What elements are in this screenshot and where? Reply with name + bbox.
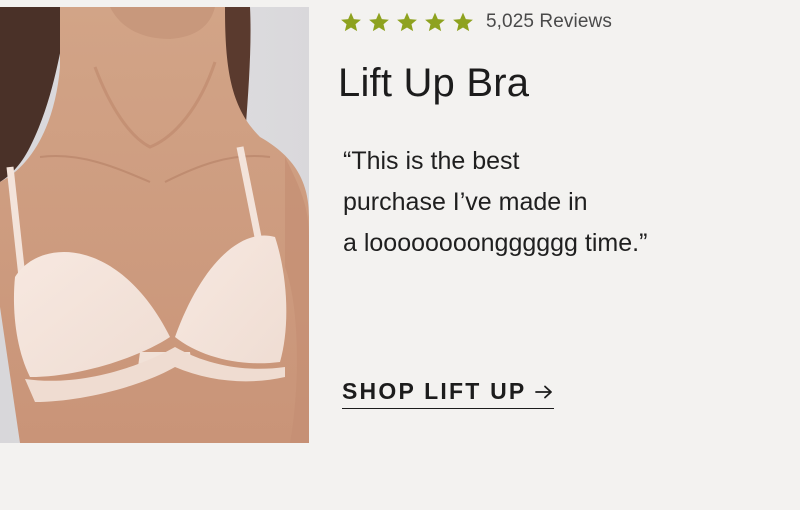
quote-line: “This is the best	[343, 147, 520, 175]
star-icon	[425, 12, 445, 32]
product-card: 5,025 Reviews Lift Up Bra “This is the b…	[0, 0, 800, 510]
product-rating[interactable]: 5,025 Reviews	[340, 8, 612, 36]
star-icon	[369, 12, 389, 32]
quote-line: a loooooooongggggg time.”	[343, 229, 648, 257]
cta-label: SHOP LIFT UP	[342, 378, 527, 404]
quote-line: purchase I’ve made in	[343, 188, 588, 216]
star-icon	[341, 12, 361, 32]
product-title: Lift Up Bra	[338, 61, 530, 105]
review-count[interactable]: 5,025 Reviews	[486, 11, 612, 33]
product-image[interactable]	[0, 7, 309, 443]
review-quote: “This is the best purchase I’ve made in …	[343, 141, 703, 264]
shop-lift-up-link[interactable]: SHOP LIFT UP	[342, 378, 555, 409]
star-icon	[453, 12, 473, 32]
star-icon	[397, 12, 417, 32]
arrow-right-icon	[535, 385, 553, 398]
star-rating	[340, 11, 474, 33]
model-photo	[0, 7, 309, 443]
